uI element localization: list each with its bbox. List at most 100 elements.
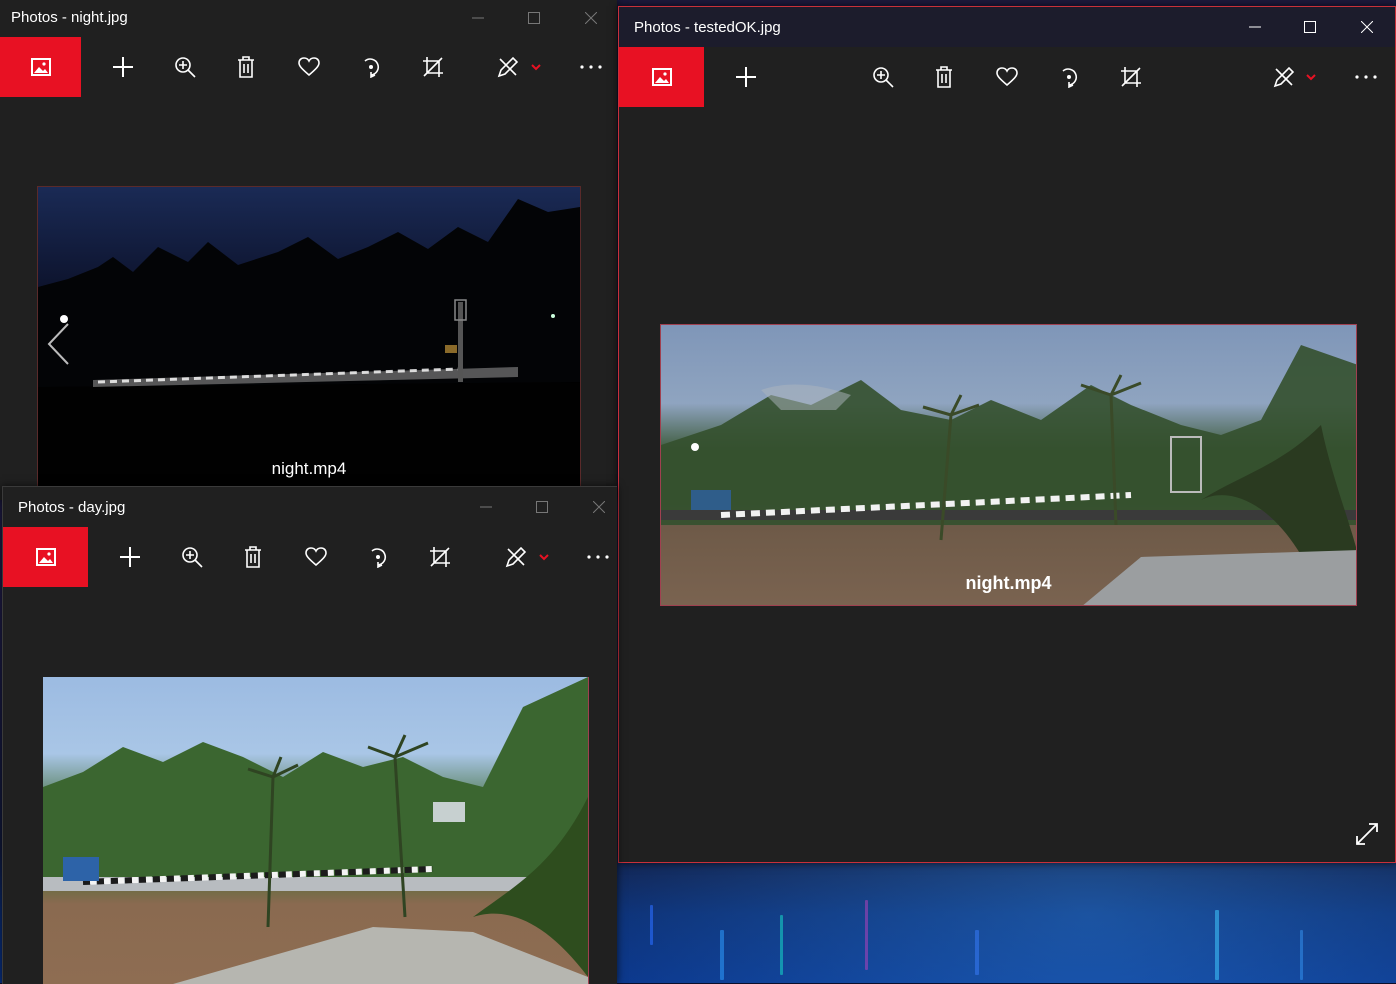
zoom-button[interactable] (861, 47, 905, 107)
minimize-icon (472, 17, 484, 19)
close-icon (585, 12, 597, 24)
more-options-icon (580, 65, 602, 69)
favorite-heart-icon (996, 67, 1018, 87)
photos-window-day[interactable]: Photos - day.jpg (2, 486, 617, 984)
maximize-icon (536, 501, 548, 513)
add-button[interactable] (724, 47, 768, 107)
more-options-icon (1355, 75, 1377, 79)
delete-icon (245, 546, 261, 568)
minimize-icon (1249, 26, 1261, 28)
maximize-button[interactable] (506, 0, 562, 36)
water-reflection (1300, 930, 1303, 980)
photo-caption: night.mp4 (965, 573, 1052, 593)
rotate-icon (371, 548, 387, 568)
more-options-button[interactable] (1344, 47, 1388, 107)
tested-photo: night.mp4 (660, 324, 1357, 606)
edit-dropdown-button[interactable] (522, 527, 566, 587)
add-icon (120, 547, 140, 567)
close-button[interactable] (563, 0, 617, 36)
water-reflection (975, 930, 979, 975)
chevron-down-icon (531, 63, 541, 70)
edit-dropdown-button[interactable] (1289, 47, 1333, 107)
previous-photo-chevron-icon[interactable] (46, 322, 70, 366)
crop-button[interactable] (411, 37, 455, 97)
photos-app-icon (30, 58, 51, 76)
day-photo (43, 677, 589, 984)
night-photo: night.mp4 (37, 186, 581, 500)
favorite-button[interactable] (294, 527, 338, 587)
rotate-icon (364, 58, 380, 78)
photos-app-button[interactable] (3, 527, 88, 587)
delete-icon (238, 56, 254, 78)
favorite-button[interactable] (287, 37, 331, 97)
zoom-in-icon (182, 547, 203, 568)
photos-window-tested[interactable]: Photos - testedOK.jpg night.mp4 (618, 6, 1396, 863)
minimize-button[interactable] (1227, 7, 1283, 47)
photos-app-icon (651, 68, 672, 86)
crop-icon (430, 547, 450, 567)
crop-button[interactable] (1109, 47, 1153, 107)
add-button[interactable] (108, 527, 152, 587)
water-reflection (1215, 910, 1219, 980)
close-icon (593, 501, 605, 513)
photos-window-night[interactable]: Photos - night.jpg night.mp4 (0, 0, 617, 500)
chevron-down-icon (1306, 73, 1316, 80)
crop-icon (423, 57, 443, 77)
window-title: Photos - testedOK.jpg (634, 19, 781, 36)
water-reflection (720, 930, 724, 980)
zoom-in-icon (873, 67, 894, 88)
rotate-icon (1062, 68, 1078, 88)
crop-button[interactable] (418, 527, 462, 587)
more-options-icon (587, 555, 609, 559)
favorite-button[interactable] (985, 47, 1029, 107)
night-photo-scene (38, 199, 580, 500)
zoom-button[interactable] (170, 527, 214, 587)
photo-caption: night.mp4 (271, 459, 347, 478)
photo-toolbar (3, 527, 617, 587)
day-photo-scene (43, 677, 588, 984)
close-button[interactable] (571, 487, 617, 527)
minimize-icon (480, 506, 492, 508)
water-reflection (780, 915, 783, 975)
photo-toolbar (0, 37, 617, 97)
window-title: Photos - day.jpg (18, 499, 126, 516)
water-reflection (650, 905, 653, 945)
maximize-button[interactable] (514, 487, 570, 527)
photos-app-button[interactable] (619, 47, 704, 107)
zoom-in-icon (175, 57, 196, 78)
rotate-button[interactable] (356, 527, 400, 587)
chevron-down-icon (539, 553, 549, 560)
delete-button[interactable] (922, 47, 966, 107)
delete-button[interactable] (224, 37, 268, 97)
photo-toolbar (619, 47, 1395, 107)
fullscreen-expand-icon[interactable] (1355, 822, 1379, 846)
maximize-button[interactable] (1282, 7, 1338, 47)
more-options-button[interactable] (569, 37, 613, 97)
add-button[interactable] (101, 37, 145, 97)
maximize-icon (1304, 21, 1316, 33)
edit-dropdown-button[interactable] (514, 37, 558, 97)
title-bar[interactable]: Photos - testedOK.jpg (619, 7, 1395, 47)
photos-app-icon (35, 548, 56, 566)
window-title: Photos - night.jpg (11, 9, 128, 26)
water-reflection (865, 900, 868, 970)
title-bar[interactable]: Photos - day.jpg (3, 487, 617, 527)
delete-icon (936, 66, 952, 88)
close-button[interactable] (1339, 7, 1395, 47)
photos-app-button[interactable] (0, 37, 81, 97)
delete-button[interactable] (231, 527, 275, 587)
rotate-button[interactable] (349, 37, 393, 97)
crop-icon (1121, 67, 1141, 87)
tested-photo-scene (661, 345, 1356, 605)
add-icon (736, 67, 756, 87)
favorite-heart-icon (305, 547, 327, 567)
more-options-button[interactable] (576, 527, 617, 587)
rotate-button[interactable] (1047, 47, 1091, 107)
minimize-button[interactable] (450, 0, 506, 36)
close-icon (1361, 21, 1373, 33)
maximize-icon (528, 12, 540, 24)
zoom-button[interactable] (163, 37, 207, 97)
title-bar[interactable]: Photos - night.jpg (0, 0, 617, 36)
minimize-button[interactable] (458, 487, 514, 527)
favorite-heart-icon (298, 57, 320, 77)
